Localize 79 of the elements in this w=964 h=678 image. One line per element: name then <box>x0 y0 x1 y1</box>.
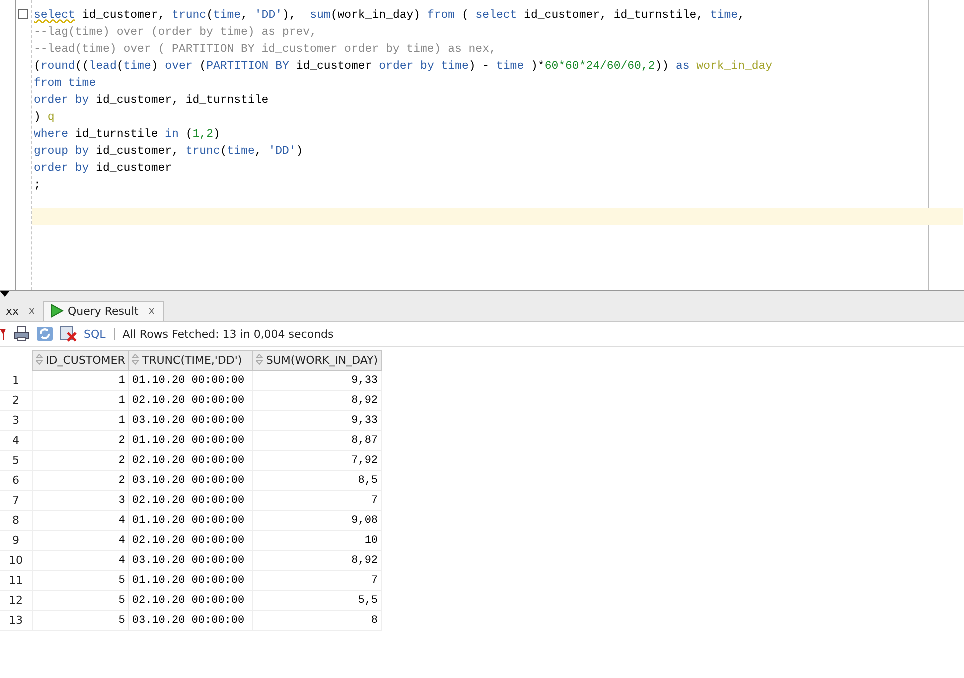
table-cell: 02.10.20 00:00:00 <box>128 530 253 550</box>
table-cell: 5 <box>32 590 129 610</box>
table-cell: 03.10.20 00:00:00 <box>128 410 253 430</box>
table-cell: 02.10.20 00:00:00 <box>128 490 253 510</box>
table-cell: 01.10.20 00:00:00 <box>128 510 253 530</box>
table-cell: 8,92 <box>252 390 382 410</box>
table-cell: 8 <box>252 610 382 630</box>
table-cell: 8,5 <box>252 470 382 490</box>
row-number: 5 <box>0 450 32 470</box>
column-header[interactable]: ID_CUSTOMER <box>32 350 129 370</box>
code-line: order by id_customer <box>33 161 174 177</box>
code-line: ; <box>33 178 42 194</box>
table-cell: 8,87 <box>252 430 382 450</box>
row-number: 10 <box>0 550 32 570</box>
table-cell: 9,08 <box>252 510 382 530</box>
table-cell: 10 <box>252 530 382 550</box>
row-number: 12 <box>0 590 32 610</box>
row-number: 7 <box>0 490 32 510</box>
code-line: ) q <box>33 110 56 126</box>
result-tab[interactable]: Query Result x <box>42 301 164 321</box>
row-number: 11 <box>0 570 32 590</box>
table-cell: 02.10.20 00:00:00 <box>128 390 253 410</box>
table-cell: 4 <box>32 550 129 570</box>
table-cell: 01.10.20 00:00:00 <box>128 570 253 590</box>
sort-icon <box>36 354 43 365</box>
sort-icon <box>132 354 140 365</box>
table-cell: 02.10.20 00:00:00 <box>128 590 253 610</box>
code-line: where id_turnstile in (1,2) <box>33 127 222 143</box>
column-header[interactable]: SUM(WORK_IN_DAY) <box>252 350 382 370</box>
sort-icon <box>256 354 264 365</box>
table-cell: 2 <box>32 430 129 450</box>
row-number: 6 <box>0 470 32 490</box>
delete-icon[interactable] <box>60 326 78 342</box>
table-cell: 1 <box>32 390 129 410</box>
row-number: 1 <box>0 370 32 390</box>
code-line: order by id_customer, id_turnstile <box>33 93 270 109</box>
table-cell: 01.10.20 00:00:00 <box>128 430 253 450</box>
column-header[interactable]: TRUNC(TIME,'DD') <box>128 350 253 370</box>
row-number: 3 <box>0 410 32 430</box>
table-cell: 7 <box>252 490 382 510</box>
code-line: select id_customer, trunc(time, 'DD'), sum(work_in_day) from ( select id_customer, id_turnstile, time, <box>33 8 746 24</box>
table-cell: 4 <box>32 530 129 550</box>
fold-icon[interactable] <box>18 9 28 19</box>
table-cell: 03.10.20 00:00:00 <box>128 610 253 630</box>
table-cell: 1 <box>32 410 129 430</box>
table-cell: 01.10.20 00:00:00 <box>128 370 253 390</box>
table-cell: 5 <box>32 610 129 630</box>
table-cell: 2 <box>32 470 129 490</box>
code-line: --lead(time) over ( PARTITION BY id_customer order by time) as nex, <box>33 42 498 58</box>
code-line: (round((lead(time) over (PARTITION BY id_customer order by time) - time )*60*60*24/60/60,2)) as work_in_day <box>33 59 774 75</box>
code-line: from time <box>33 76 98 92</box>
row-number: 4 <box>0 430 32 450</box>
pin-icon[interactable] <box>0 327 8 341</box>
code-line: group by id_customer, trunc(time, 'DD') <box>33 144 304 160</box>
table-cell: 5 <box>32 570 129 590</box>
result-tab[interactable]: xx x <box>0 303 43 321</box>
table-cell: 7 <box>252 570 382 590</box>
row-number: 9 <box>0 530 32 550</box>
table-cell: 9,33 <box>252 410 382 430</box>
table-cell: 03.10.20 00:00:00 <box>128 550 253 570</box>
table-cell: 3 <box>32 490 129 510</box>
sql-link[interactable]: SQL <box>84 328 106 340</box>
row-number: 2 <box>0 390 32 410</box>
print-icon[interactable] <box>14 326 30 342</box>
status-text: All Rows Fetched: 13 in 0,004 seconds <box>122 328 334 340</box>
table-cell: 02.10.20 00:00:00 <box>128 450 253 470</box>
row-number: 8 <box>0 510 32 530</box>
row-number: 13 <box>0 610 32 630</box>
table-cell: 9,33 <box>252 370 382 390</box>
table-cell: 7,92 <box>252 450 382 470</box>
code-line: --lag(time) over (order by time) as prev, <box>33 25 318 41</box>
table-cell: 8,92 <box>252 550 382 570</box>
play-icon <box>50 304 64 318</box>
table-cell: 4 <box>32 510 129 530</box>
table-cell: 1 <box>32 370 129 390</box>
table-cell: 2 <box>32 450 129 470</box>
table-cell: 03.10.20 00:00:00 <box>128 470 253 490</box>
collapse-arrow-icon[interactable] <box>0 291 10 297</box>
table-cell: 5,5 <box>252 590 382 610</box>
